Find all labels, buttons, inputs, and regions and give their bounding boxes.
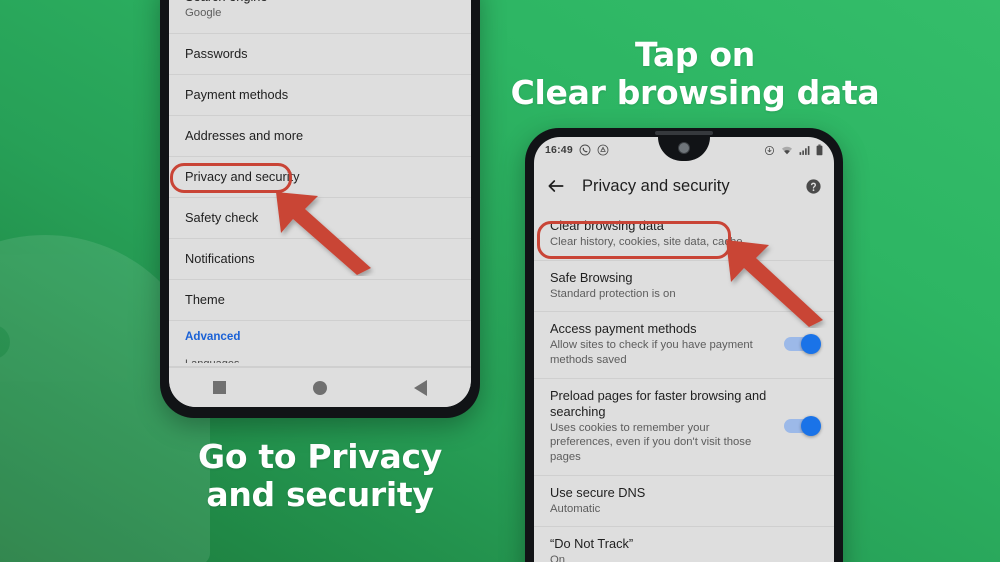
row-subtitle: Allow sites to check if you have payment… — [550, 339, 753, 366]
settings-row-theme[interactable]: Theme — [169, 280, 471, 321]
app-bar: Privacy and security — [534, 163, 834, 209]
chrome-settings-list: Search engine Google Passwords Payment m… — [169, 0, 471, 367]
status-bar-right — [764, 144, 823, 156]
row-subtitle: On — [550, 554, 566, 562]
settings-row-addresses-and-more[interactable]: Addresses and more — [169, 116, 471, 157]
settings-section-advanced[interactable]: Advanced — [169, 321, 471, 355]
signal-icon — [799, 145, 810, 155]
row-title: “Do Not Track” — [550, 536, 634, 552]
settings-row-search-engine[interactable]: Search engine Google — [169, 0, 471, 34]
row-title: Search engine — [185, 0, 455, 5]
status-bar-clock: 16:49 — [545, 144, 573, 156]
arrow-pointing-to-privacy-and-security — [276, 192, 371, 275]
viber-icon — [579, 144, 591, 156]
tutorial-graphic: Tap on Clear browsing data Go to Privacy… — [0, 0, 1000, 562]
settings-row-passwords[interactable]: Passwords — [169, 34, 471, 75]
right-phone-screen: 16:49 Privacy and security Clear browsin… — [534, 137, 834, 562]
row-subtitle: Uses cookies to remember your preference… — [550, 421, 752, 463]
battery-icon — [816, 144, 823, 156]
caption-right-line2: Clear browsing data — [510, 73, 880, 113]
earpiece-speaker — [655, 131, 713, 135]
row-title: Theme — [185, 291, 225, 307]
toggle-knob — [801, 334, 821, 355]
toggle-access-payment-methods[interactable] — [784, 334, 821, 355]
row-title: Clear browsing data — [550, 218, 664, 233]
caption-go-to-privacy-and-security: Go to Privacy and security — [150, 437, 490, 515]
row-title: Addresses and more — [185, 127, 304, 143]
right-phone-mockup: 16:49 Privacy and security Clear browsin… — [525, 128, 843, 562]
settings-row-payment-methods[interactable]: Payment methods — [169, 75, 471, 116]
row-subtitle: Automatic — [550, 502, 601, 515]
row-title: Use secure DNS — [550, 484, 646, 500]
settings-row-partially-cut[interactable]: Languages — [169, 355, 471, 367]
google-drive-icon — [597, 144, 609, 156]
front-camera-icon — [678, 142, 690, 154]
settings-row-preload-pages[interactable]: Preload pages for faster browsing and se… — [534, 379, 834, 476]
android-navigation-bar — [169, 367, 471, 407]
settings-row-use-secure-dns[interactable]: Use secure DNS Automatic — [534, 476, 834, 528]
caption-left-line2: and security — [206, 475, 434, 515]
status-bar-left: 16:49 — [545, 144, 609, 156]
wifi-icon — [782, 146, 792, 154]
row-subtitle: Google — [185, 6, 222, 19]
triangle-back-icon[interactable] — [414, 379, 428, 396]
square-recents-icon[interactable] — [212, 381, 226, 394]
download-icon — [764, 145, 775, 155]
back-arrow-icon[interactable] — [546, 176, 566, 196]
android-eye-icon — [0, 325, 10, 359]
circle-home-icon[interactable] — [312, 380, 327, 395]
settings-row-do-not-track[interactable]: “Do Not Track” On — [534, 527, 834, 562]
arrow-pointing-to-clear-browsing-data — [726, 240, 823, 327]
toggle-preload-pages[interactable] — [784, 416, 821, 437]
caption-right-line1: Tap on — [634, 35, 755, 74]
row-title: Preload pages for faster browsing and se… — [550, 387, 767, 419]
help-circle-icon[interactable] — [805, 178, 822, 195]
row-title: Passwords — [185, 45, 248, 61]
row-title: Advanced — [185, 330, 241, 344]
toggle-knob — [801, 416, 821, 437]
row-title: Payment methods — [185, 86, 289, 102]
caption-tap-on-clear-browsing-data: Tap on Clear browsing data — [500, 35, 890, 113]
caption-left-line1: Go to Privacy — [198, 437, 442, 476]
row-title-clipped: Languages — [185, 358, 455, 363]
row-title: Privacy and security — [185, 168, 300, 184]
page-title: Privacy and security — [582, 176, 730, 195]
